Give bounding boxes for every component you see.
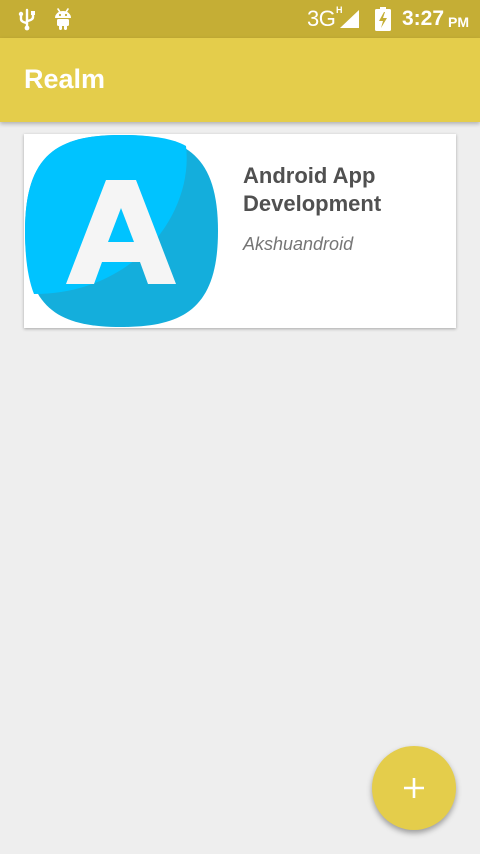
app-bar: Realm [0, 38, 480, 122]
battery-charging-icon [375, 7, 391, 31]
clock-time: 3:27 [402, 7, 445, 30]
signal-icon [340, 10, 359, 28]
network-type: 3G [307, 6, 336, 31]
plus-icon [404, 778, 424, 798]
usb-icon [18, 8, 35, 31]
android-icon [55, 8, 71, 30]
app-logo-icon: A [25, 135, 218, 327]
clock-ampm: PM [448, 14, 469, 30]
add-button[interactable] [372, 746, 456, 830]
card-subtitle: Akshuandroid [243, 234, 354, 254]
page-title: Realm [24, 64, 106, 94]
card-title: Android App Development [243, 163, 382, 216]
list-item[interactable]: A Android App Development Akshuandroid [24, 134, 456, 328]
status-bar: 3G H 3:27 PM [0, 0, 480, 38]
